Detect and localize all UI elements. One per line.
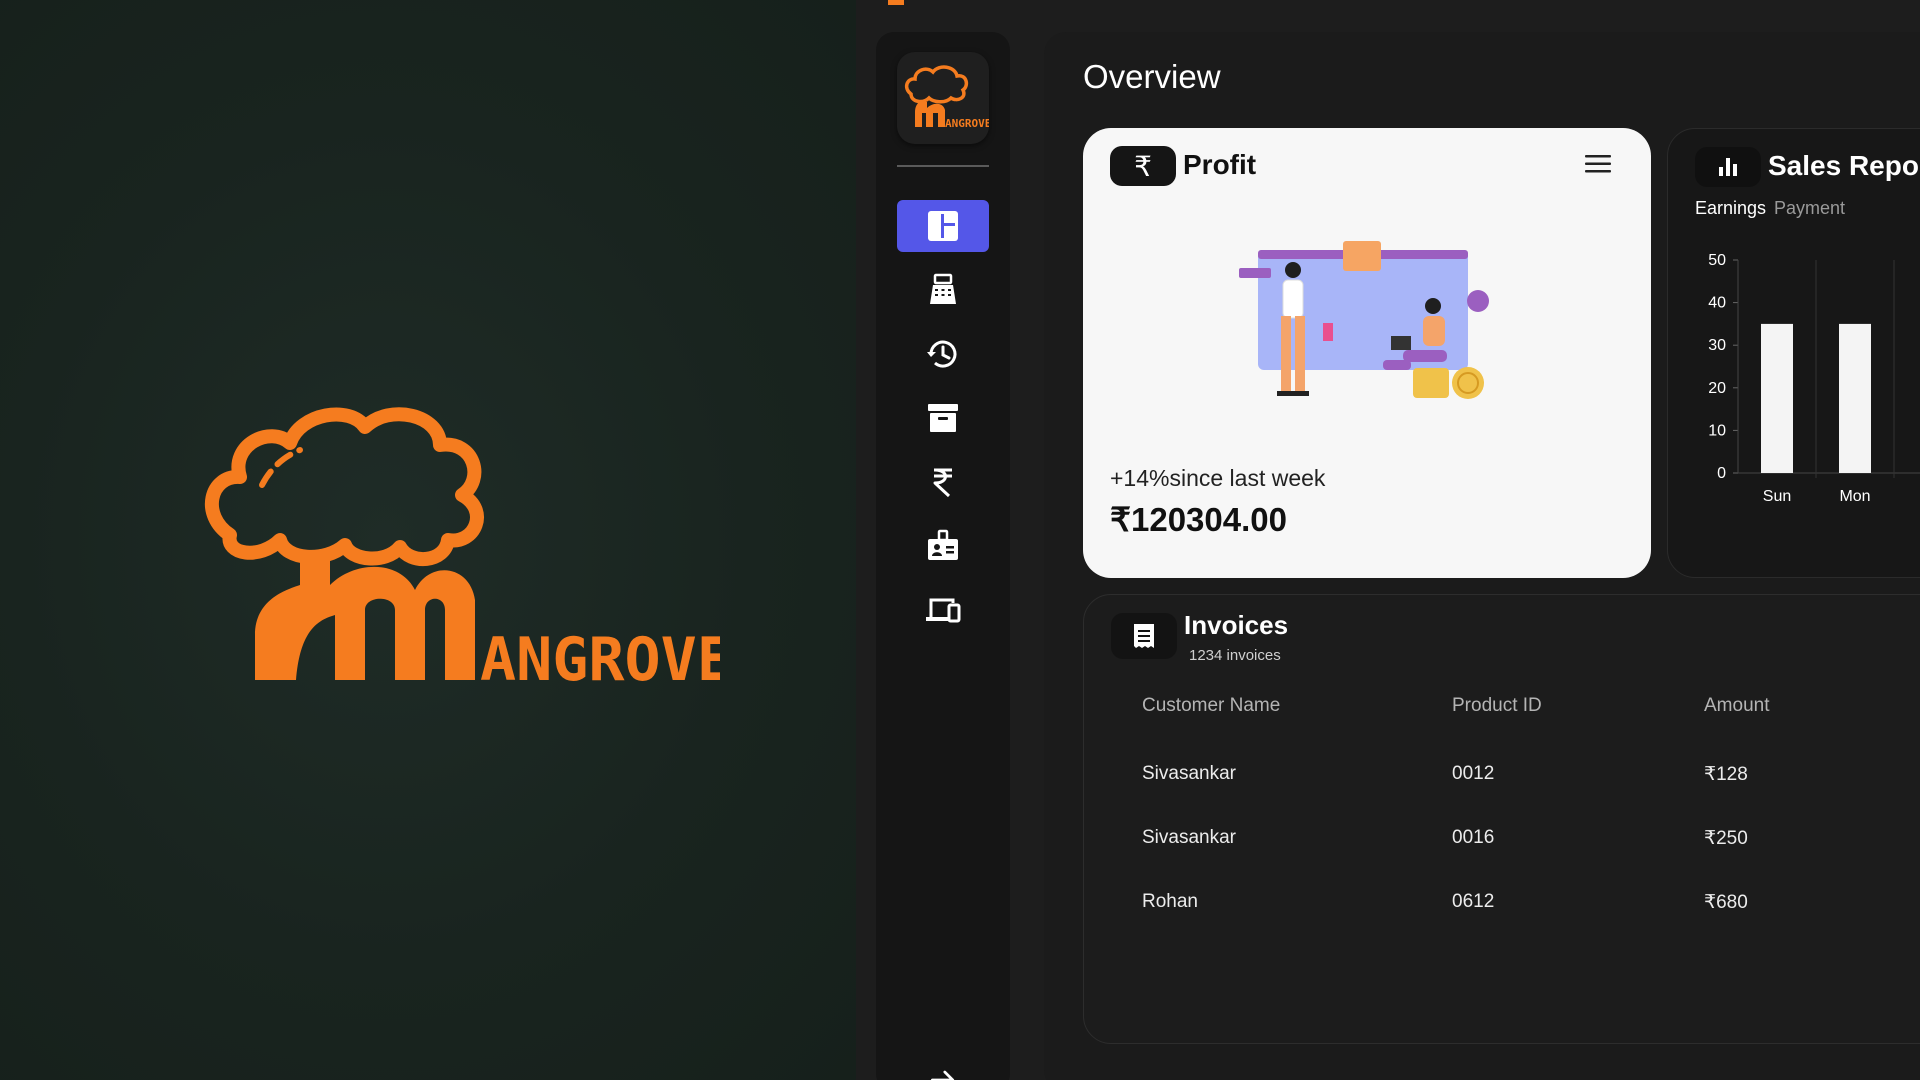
history-icon xyxy=(927,340,957,368)
sales-report-title: Sales Report xyxy=(1768,150,1920,181)
cell-customer: Rohan xyxy=(1142,891,1198,912)
nav-billing[interactable] xyxy=(897,264,989,316)
tab-earnings[interactable]: Earnings xyxy=(1695,198,1766,219)
y-tick-label: 20 xyxy=(1708,380,1726,397)
devices-icon xyxy=(926,598,961,623)
profit-title: Profit xyxy=(1183,149,1257,180)
sales-bar-chart: 0 10 20 30 40 50 Sun Mon xyxy=(1708,252,1920,505)
sidebar: ANGROVE xyxy=(876,32,1010,1080)
rupee-icon xyxy=(933,468,952,498)
archive-icon xyxy=(928,404,958,432)
invoices-title: Invoices xyxy=(1184,610,1289,640)
svg-text:ANGROVE: ANGROVE xyxy=(480,625,720,695)
menu-icon[interactable] xyxy=(1583,152,1613,176)
cell-amount: ₹250 xyxy=(1704,828,1748,849)
cell-amount: ₹680 xyxy=(1704,892,1748,913)
profit-badge: ₹ xyxy=(1110,146,1176,186)
bar xyxy=(1839,323,1871,473)
cell-product-id: 0016 xyxy=(1452,827,1495,848)
employee-badge-icon xyxy=(928,529,958,560)
profit-card: ₹ Profit +14%since last week ₹120304.00 xyxy=(1083,128,1651,578)
nav-dashboard[interactable] xyxy=(897,200,989,252)
rupee-icon: ₹ xyxy=(1134,150,1152,182)
cell-customer: Sivasankar xyxy=(1142,763,1236,784)
receipt-icon xyxy=(1134,624,1154,648)
invoices-card: Invoices 1234 invoices Customer Name Pro… xyxy=(1083,594,1920,1044)
y-tick-label: 30 xyxy=(1708,337,1726,354)
splash-panel: ANGROVE xyxy=(0,0,856,1080)
cell-amount: ₹128 xyxy=(1704,764,1748,785)
profit-change-text: +14%since last week xyxy=(1110,465,1326,491)
app-mark-icon xyxy=(888,0,904,5)
nav-archive[interactable] xyxy=(897,392,989,444)
cell-product-id: 0612 xyxy=(1452,891,1495,912)
sidebar-expand-button[interactable] xyxy=(897,1054,989,1080)
cell-product-id: 0012 xyxy=(1452,763,1495,784)
nav-finance[interactable] xyxy=(897,456,989,508)
column-header-amount[interactable]: Amount xyxy=(1704,695,1769,717)
mangrove-logo: ANGROVE xyxy=(205,407,720,695)
tab-payment[interactable]: Payment xyxy=(1774,198,1845,219)
billing-machine-icon xyxy=(930,273,956,304)
nav-employees[interactable] xyxy=(897,520,989,572)
bar-chart-icon xyxy=(1719,158,1737,176)
page-title: Overview xyxy=(1083,58,1221,95)
svg-text:ANGROVE: ANGROVE xyxy=(945,117,989,130)
invoices-count: 1234 invoices xyxy=(1189,647,1281,664)
column-header-customer[interactable]: Customer Name xyxy=(1142,695,1280,717)
dashboard-icon xyxy=(928,211,958,241)
sidebar-divider xyxy=(897,165,989,167)
y-tick-label: 0 xyxy=(1717,465,1726,482)
y-tick-label: 40 xyxy=(1708,295,1726,312)
profit-amount: ₹120304.00 xyxy=(1110,501,1287,538)
invoices-badge xyxy=(1111,613,1177,659)
nav-devices[interactable] xyxy=(897,584,989,636)
x-tick-label: Sun xyxy=(1763,488,1791,505)
mangrove-logo-small: ANGROVE xyxy=(904,65,989,130)
sidebar-logo[interactable]: ANGROVE xyxy=(897,52,989,144)
column-header-product-id[interactable]: Product ID xyxy=(1452,695,1542,717)
arrow-right-icon xyxy=(931,1070,955,1080)
nav-history[interactable] xyxy=(897,328,989,380)
x-tick-label: Mon xyxy=(1839,488,1870,505)
cell-customer: Sivasankar xyxy=(1142,827,1236,848)
y-tick-label: 10 xyxy=(1708,422,1726,439)
bar xyxy=(1761,323,1793,473)
y-tick-label: 50 xyxy=(1708,252,1726,269)
sales-badge xyxy=(1695,147,1761,187)
profit-illustration xyxy=(1239,241,1489,399)
